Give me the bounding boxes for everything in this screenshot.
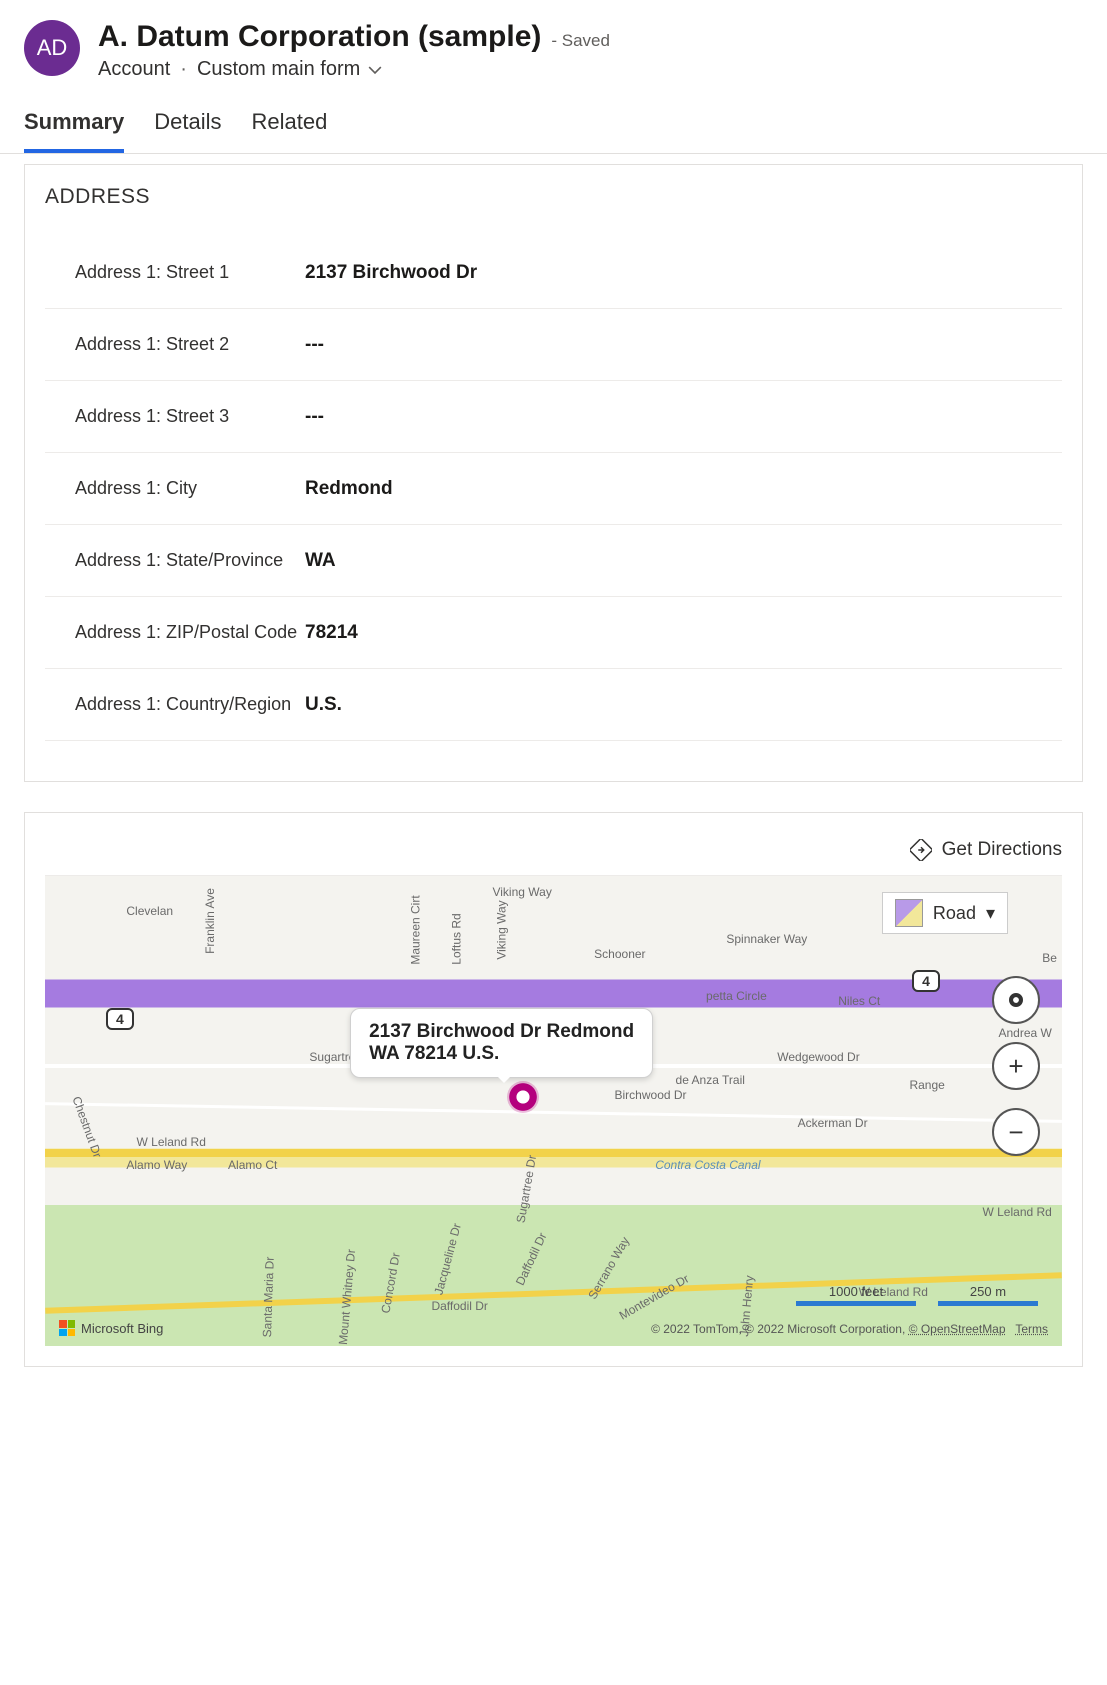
map-zoom-in-button[interactable]: + <box>992 1042 1040 1090</box>
field-value: 78214 <box>305 622 358 644</box>
field-row-city[interactable]: Address 1: City Redmond <box>45 453 1062 525</box>
street-label: Ackerman Dr <box>798 1116 868 1130</box>
street-label: Be <box>1042 951 1057 965</box>
field-row-country[interactable]: Address 1: Country/Region U.S. <box>45 669 1062 741</box>
street-label: Birchwood Dr <box>615 1088 687 1102</box>
field-value: Redmond <box>305 478 393 500</box>
field-label: Address 1: Country/Region <box>45 694 305 715</box>
field-label: Address 1: State/Province <box>45 550 305 571</box>
chevron-down-icon <box>368 63 382 77</box>
record-header: AD A. Datum Corporation (sample) - Saved… <box>0 0 1107 81</box>
tab-related[interactable]: Related <box>252 109 328 153</box>
street-label: Viking Way <box>492 885 551 899</box>
tab-summary[interactable]: Summary <box>24 109 124 153</box>
address-section: ADDRESS Address 1: Street 1 2137 Birchwo… <box>24 164 1083 782</box>
map-canvas[interactable]: 4 4 Viking Way Schooner Spinnaker Way pe… <box>45 876 1062 1346</box>
street-label: Alamo Way <box>126 1158 187 1172</box>
street-label: Schooner <box>594 947 645 961</box>
scale-feet-label: 1000 feet <box>829 1284 883 1299</box>
form-selector-label: Custom main form <box>197 58 360 81</box>
map-type-selector[interactable]: Road ▾ <box>882 892 1008 934</box>
street-label: Clevelan <box>126 904 173 918</box>
locate-icon <box>1009 993 1023 1007</box>
bing-logo-text: Microsoft Bing <box>81 1321 163 1336</box>
bing-logo: Microsoft Bing <box>59 1320 163 1336</box>
microsoft-logo-icon <box>59 1320 75 1336</box>
map-zoom-out-button[interactable]: − <box>992 1108 1040 1156</box>
header-text-block: A. Datum Corporation (sample) - Saved Ac… <box>98 20 610 81</box>
street-label: Maureen Cirt <box>408 895 422 964</box>
map-infobox[interactable]: 2137 Birchwood Dr Redmond WA 78214 U.S. <box>350 1008 653 1078</box>
field-value: --- <box>305 334 324 356</box>
street-label: W Leland Rd <box>982 1205 1051 1219</box>
map-scalebar: 1000 feet 250 m <box>796 1284 1038 1306</box>
map-controls: + − <box>992 976 1040 1156</box>
map-road-decor <box>45 1149 1062 1157</box>
field-value: --- <box>305 406 324 428</box>
field-row-street1[interactable]: Address 1: Street 1 2137 Birchwood Dr <box>45 237 1062 309</box>
attribution-text: © 2022 TomTom, © 2022 Microsoft Corporat… <box>651 1322 1048 1336</box>
field-label: Address 1: Street 2 <box>45 334 305 355</box>
street-label: Niles Ct <box>838 994 880 1008</box>
attribution-copyright: © 2022 TomTom, © 2022 Microsoft Corporat… <box>651 1322 909 1336</box>
map-pin-icon[interactable] <box>507 1081 539 1113</box>
field-label: Address 1: ZIP/Postal Code <box>45 622 305 643</box>
infobox-line2: WA 78214 U.S. <box>369 1043 634 1065</box>
tab-strip: Summary Details Related <box>0 81 1107 154</box>
field-label: Address 1: City <box>45 478 305 499</box>
field-value: U.S. <box>305 694 342 716</box>
address-field-list: Address 1: Street 1 2137 Birchwood Dr Ad… <box>45 237 1062 741</box>
get-directions-label: Get Directions <box>942 839 1062 861</box>
field-label: Address 1: Street 3 <box>45 406 305 427</box>
highway-shield: 4 <box>912 970 940 992</box>
street-label: W Leland Rd <box>137 1135 206 1149</box>
field-row-street2[interactable]: Address 1: Street 2 --- <box>45 309 1062 381</box>
separator-dot: · <box>180 58 187 81</box>
field-value: WA <box>305 550 336 572</box>
canal-label: Contra Costa Canal <box>655 1158 760 1172</box>
osm-link[interactable]: © OpenStreetMap <box>909 1322 1006 1336</box>
field-row-street3[interactable]: Address 1: Street 3 --- <box>45 381 1062 453</box>
map-type-icon <box>895 899 923 927</box>
field-row-state[interactable]: Address 1: State/Province WA <box>45 525 1062 597</box>
street-label: de Anza Trail <box>676 1073 745 1087</box>
scale-line-meters <box>938 1301 1038 1306</box>
street-label: petta Circle <box>706 989 767 1003</box>
highway-shield: 4 <box>106 1008 134 1030</box>
map-locate-button[interactable] <box>992 976 1040 1024</box>
field-row-zip[interactable]: Address 1: ZIP/Postal Code 78214 <box>45 597 1062 669</box>
plus-icon: + <box>1008 1051 1023 1082</box>
street-label: Franklin Ave <box>203 888 217 954</box>
street-label: Spinnaker Way <box>726 932 807 946</box>
street-label: Viking Way <box>495 900 509 959</box>
chevron-down-icon: ▾ <box>986 903 995 924</box>
avatar: AD <box>24 20 80 76</box>
entity-label: Account <box>98 58 170 81</box>
saved-status: - Saved <box>551 31 610 51</box>
map-section: Get Directions 4 4 Viking Way Schooner S… <box>24 812 1083 1367</box>
tab-details[interactable]: Details <box>154 109 221 153</box>
street-label: Daffodil Dr <box>431 1299 487 1313</box>
map-attribution: Microsoft Bing © 2022 TomTom, © 2022 Mic… <box>45 1320 1062 1336</box>
street-label: Wedgewood Dr <box>777 1050 860 1064</box>
directions-icon <box>910 839 932 861</box>
infobox-line1: 2137 Birchwood Dr Redmond <box>369 1021 634 1043</box>
street-label: Range <box>909 1078 944 1092</box>
field-label: Address 1: Street 1 <box>45 262 305 283</box>
get-directions-button[interactable]: Get Directions <box>910 839 1062 861</box>
scale-meters-label: 250 m <box>970 1284 1006 1299</box>
terms-link[interactable]: Terms <box>1015 1322 1048 1336</box>
section-title-address: ADDRESS <box>45 185 1062 209</box>
page-title: A. Datum Corporation (sample) <box>98 20 541 54</box>
field-value: 2137 Birchwood Dr <box>305 262 477 284</box>
scale-line-feet <box>796 1301 916 1306</box>
street-label: Alamo Ct <box>228 1158 277 1172</box>
map-toolbar: Get Directions <box>45 833 1062 876</box>
minus-icon: − <box>1008 1117 1023 1148</box>
form-selector[interactable]: Custom main form <box>197 58 382 81</box>
map-type-label: Road <box>933 903 976 924</box>
street-label: Loftus Rd <box>450 914 464 965</box>
